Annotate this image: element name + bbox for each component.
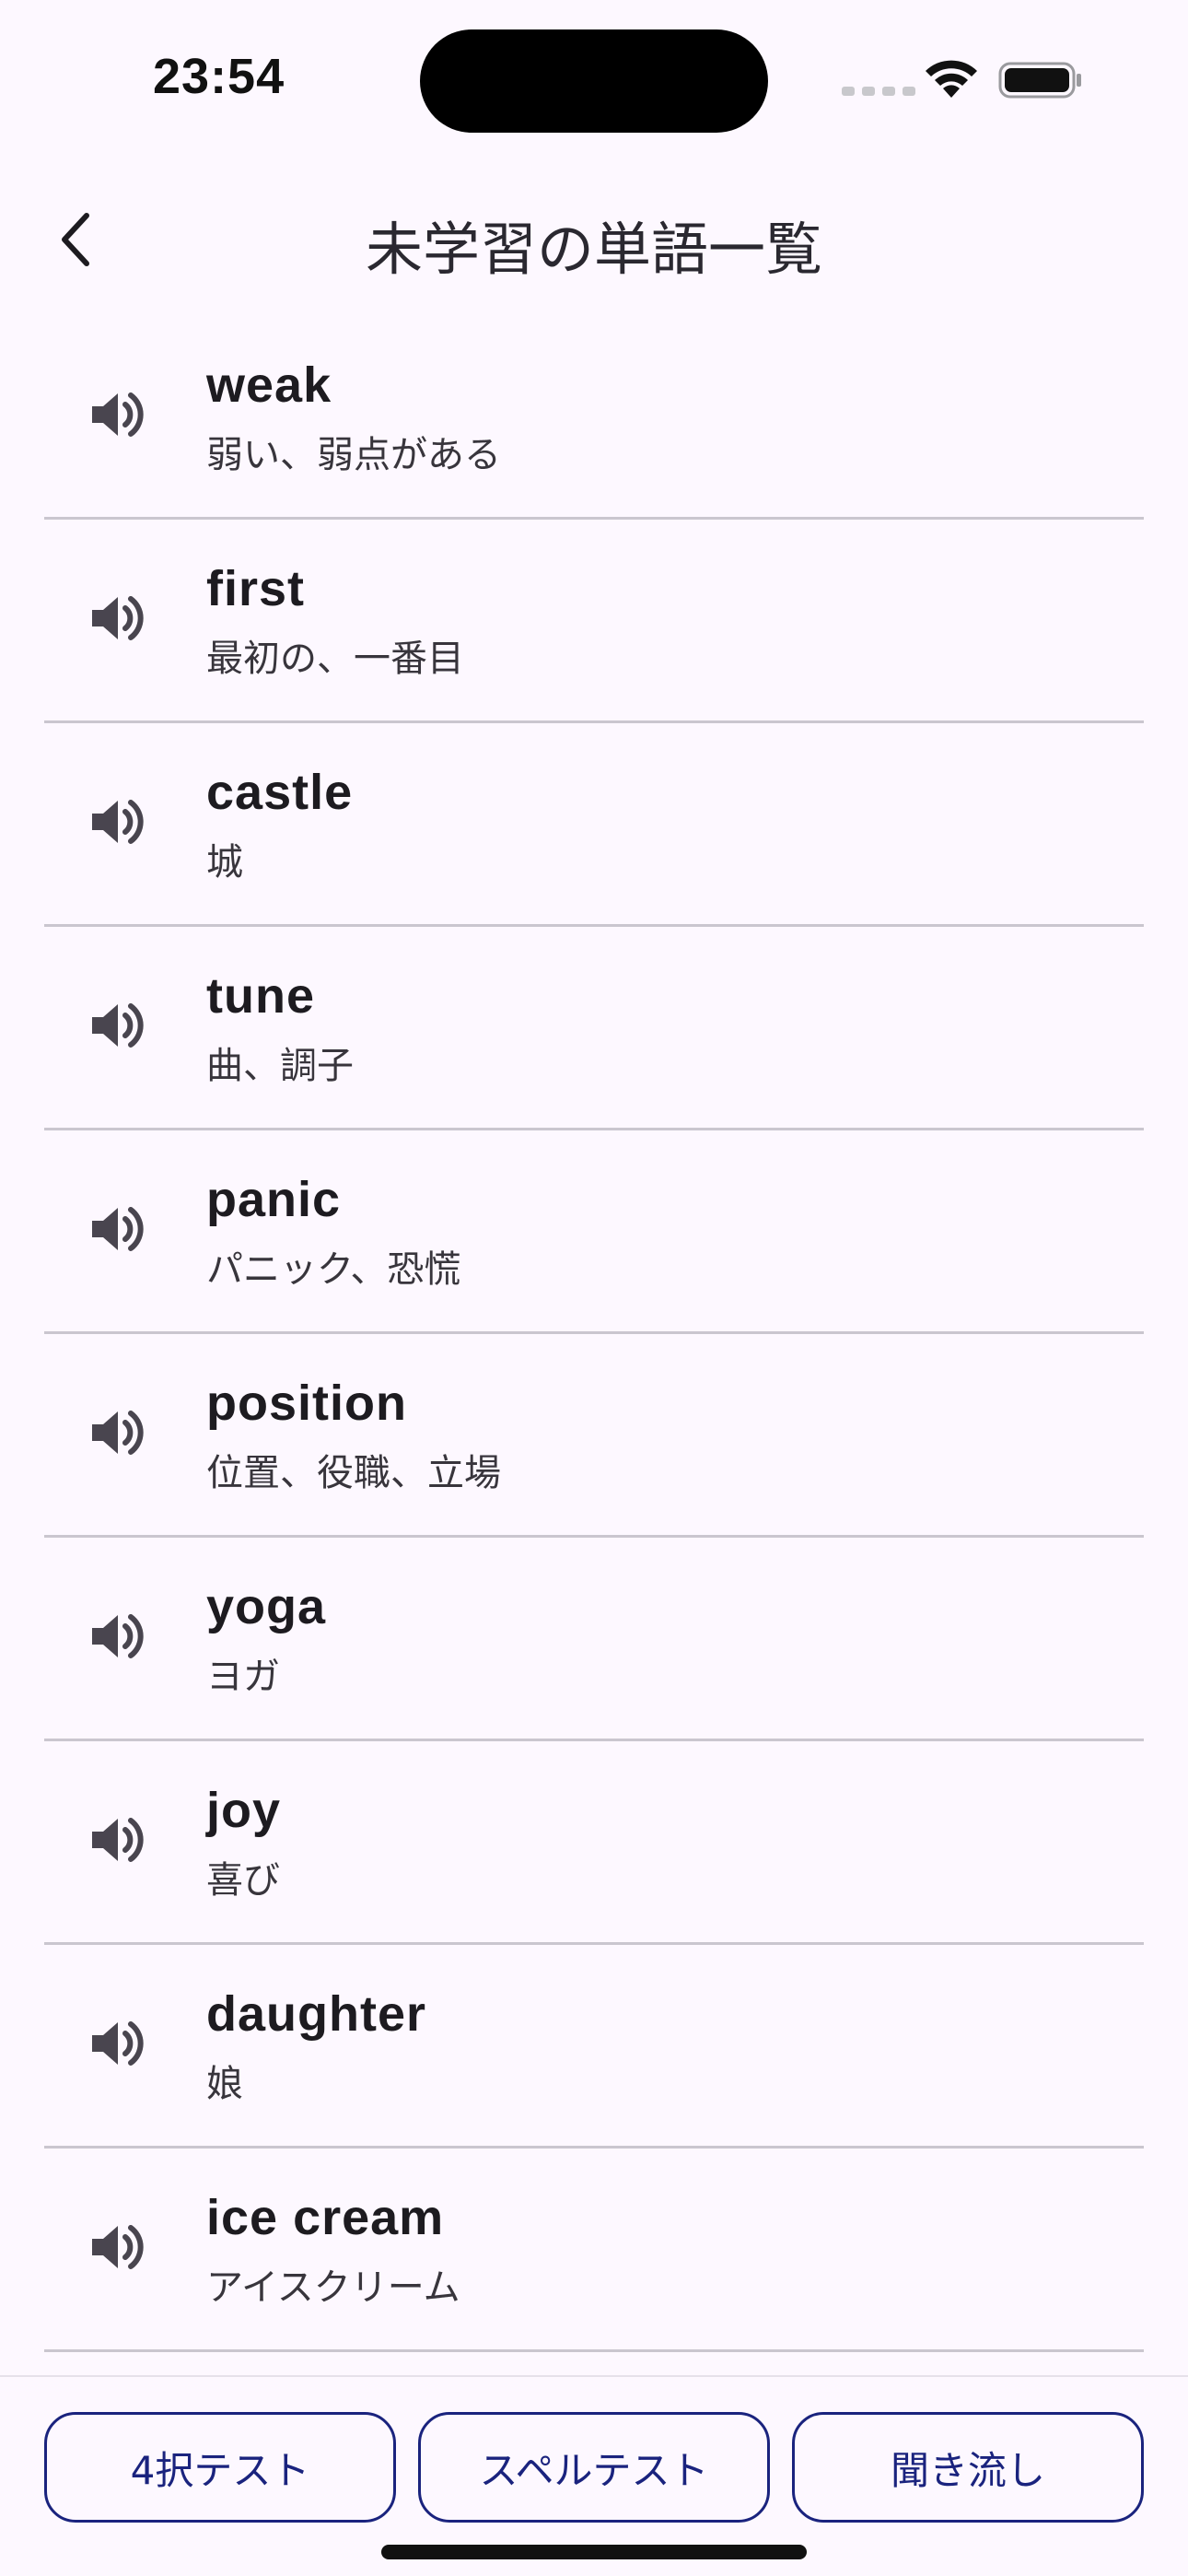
- speaker-icon[interactable]: [85, 1400, 149, 1465]
- word-text: daughter: [206, 1986, 427, 2042]
- cellular-signal-icon: [842, 87, 915, 96]
- speaker-icon[interactable]: [85, 1604, 149, 1669]
- word-list-item[interactable]: ice cream アイスクリーム: [44, 2149, 1144, 2352]
- word-text: ice cream: [206, 2190, 445, 2245]
- screen: 23:54 未学習の単語一覧 weak 弱い、弱点がある first 最初の、一番目 c…: [0, 0, 1188, 2576]
- wifi-icon: [926, 60, 977, 98]
- status-time: 23:54: [153, 49, 285, 104]
- listen-button[interactable]: 聞き流し: [792, 2412, 1144, 2523]
- word-list-item[interactable]: joy 喜び: [44, 1741, 1144, 1945]
- speaker-icon[interactable]: [85, 586, 149, 650]
- word-list-item[interactable]: weak 弱い、弱点がある: [44, 316, 1144, 520]
- word-list: weak 弱い、弱点がある first 最初の、一番目 castle 城 tune 曲、調子 p…: [44, 316, 1144, 2352]
- speaker-icon[interactable]: [85, 993, 149, 1058]
- word-list-item[interactable]: position 位置、役職、立場: [44, 1334, 1144, 1538]
- home-indicator: [381, 2545, 807, 2559]
- word-text: castle: [206, 765, 354, 820]
- speaker-icon[interactable]: [85, 382, 149, 447]
- bottom-action-bar: 4択テスト スペルテスト 聞き流し: [0, 2375, 1188, 2576]
- word-meaning: 曲、調子: [206, 1045, 354, 1087]
- word-meaning: パニック、恐慌: [206, 1248, 461, 1291]
- speaker-icon[interactable]: [85, 1197, 149, 1261]
- word-text: yoga: [206, 1579, 327, 1634]
- word-text: joy: [206, 1783, 282, 1838]
- dynamic-island: [420, 29, 768, 133]
- word-meaning: 位置、役職、立場: [206, 1452, 501, 1494]
- four-choice-test-button[interactable]: 4択テスト: [44, 2412, 396, 2523]
- speaker-icon[interactable]: [85, 2215, 149, 2279]
- spelling-test-button[interactable]: スペルテスト: [418, 2412, 770, 2523]
- word-list-item[interactable]: castle 城: [44, 723, 1144, 927]
- battery-icon: [998, 62, 1081, 99]
- word-list-item[interactable]: first 最初の、一番目: [44, 520, 1144, 723]
- word-list-item[interactable]: yoga ヨガ: [44, 1538, 1144, 1741]
- word-text: position: [206, 1376, 407, 1431]
- word-meaning: 弱い、弱点がある: [206, 434, 501, 476]
- word-meaning: 最初の、一番目: [206, 638, 464, 680]
- speaker-icon[interactable]: [85, 2011, 149, 2076]
- word-text: tune: [206, 968, 315, 1024]
- status-bar: 23:54: [0, 0, 1188, 157]
- word-meaning: 娘: [206, 2063, 243, 2105]
- word-meaning: 喜び: [206, 1859, 280, 1902]
- speaker-icon[interactable]: [85, 790, 149, 854]
- word-list-item[interactable]: panic パニック、恐慌: [44, 1130, 1144, 1334]
- word-text: first: [206, 561, 306, 616]
- page-title: 未学習の単語一覧: [365, 216, 822, 283]
- word-list-item[interactable]: daughter 娘: [44, 1945, 1144, 2149]
- word-text: weak: [206, 357, 332, 413]
- word-text: panic: [206, 1172, 342, 1227]
- word-meaning: 城: [206, 841, 243, 884]
- word-meaning: アイスクリーム: [206, 2266, 460, 2309]
- speaker-icon[interactable]: [85, 1808, 149, 1872]
- word-list-item[interactable]: tune 曲、調子: [44, 927, 1144, 1130]
- app-header: 未学習の単語一覧: [0, 175, 1188, 304]
- word-meaning: ヨガ: [206, 1656, 280, 1698]
